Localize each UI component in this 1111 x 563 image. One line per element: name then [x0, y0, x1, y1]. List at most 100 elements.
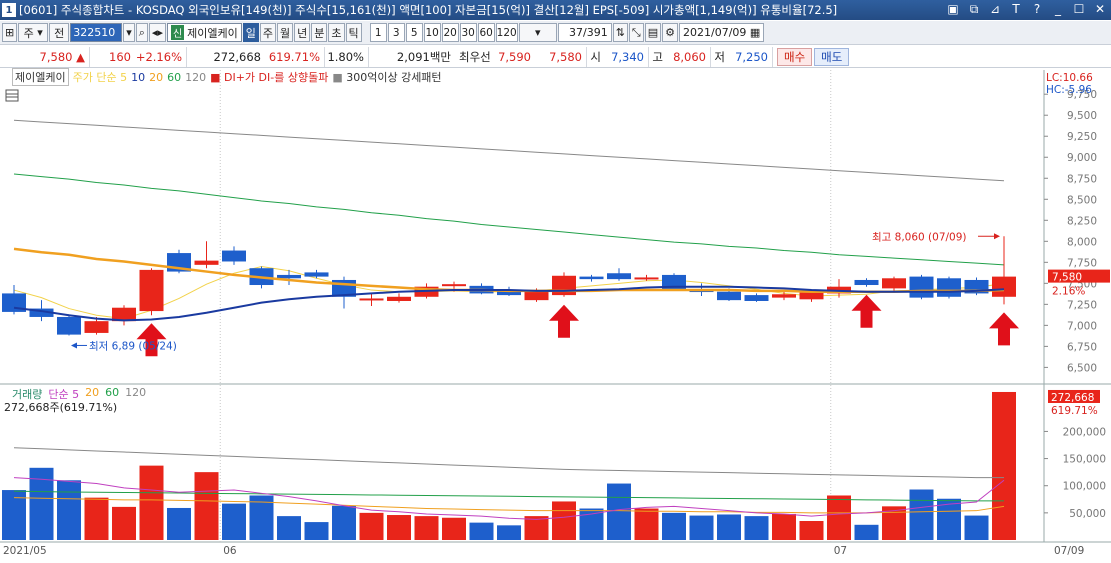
volume-bar-up [359, 512, 384, 540]
volume-bar-up [112, 506, 136, 540]
close-icon[interactable]: ✕ [1093, 2, 1107, 16]
title-bar: 1 [0601] 주식종합차트 - KOSDAQ 외국인보유[149(천)] 주… [0, 0, 1111, 20]
data-counter[interactable]: 37/391 [557, 23, 612, 42]
custom-interval-select[interactable]: ▾ [518, 23, 557, 42]
draw-icon[interactable]: ⤡ [628, 23, 644, 42]
price-tick-label: 7,000 [1067, 320, 1097, 332]
period-day[interactable]: 일 [242, 23, 259, 42]
price-tick-label: 9,500 [1067, 110, 1097, 122]
volume-bar-up [414, 516, 439, 540]
candle-up [84, 321, 109, 333]
search-icon[interactable]: ⌕ [135, 23, 148, 42]
volume-bar-down [744, 516, 769, 540]
market-select[interactable]: 주 ▾ [18, 23, 49, 42]
volume-bar-down [304, 522, 329, 540]
link-icon[interactable]: ⊿ [988, 2, 1002, 16]
candle-down [579, 276, 604, 280]
text-icon[interactable]: T [1009, 2, 1023, 16]
sound-icon[interactable]: ◂▸ [148, 23, 166, 42]
compare-icon[interactable]: ⇅ [612, 23, 628, 42]
x-label-may: 2021/05 [3, 545, 47, 557]
gear-icon[interactable]: ⚙ [662, 23, 679, 42]
code-dropdown-icon[interactable]: ▾ [123, 23, 135, 42]
minimize-icon[interactable]: _ [1051, 2, 1065, 16]
price-tick-label: 8,750 [1067, 173, 1097, 185]
volume-tag: 272,668 [1051, 392, 1094, 404]
candle-down [909, 276, 934, 298]
market-select-label: 주 [23, 26, 34, 40]
interval-10[interactable]: 10 [423, 23, 441, 42]
restore-icon[interactable]: ⧉ [967, 2, 981, 16]
change-percent: +2.16% [135, 46, 187, 67]
window-title: [0601] 주식종합차트 - KOSDAQ 외국인보유[149(천)] 주식수… [19, 3, 838, 17]
interval-3[interactable]: 3 [387, 23, 405, 42]
volume-tick-label: 200,000 [1063, 426, 1106, 438]
interval-5[interactable]: 5 [405, 23, 423, 42]
maximize-icon[interactable]: ☐ [1072, 2, 1086, 16]
candle-up [387, 296, 411, 301]
best-ask: 7,590 [498, 49, 531, 64]
best-bid: 7,580 [535, 46, 587, 67]
high-price: 8,060 [667, 46, 711, 67]
open-price: 7,340 [605, 46, 649, 67]
interval-60[interactable]: 60 [477, 23, 495, 42]
interval-1[interactable]: 1 [369, 23, 387, 42]
date-field[interactable]: 2021/07/09 ▦ [679, 23, 765, 42]
price-legend: 제이엘케이 주가 단순 5 10 20 60 120 ■ DI+가 DI-를 상… [12, 68, 442, 86]
candle-down [607, 273, 631, 280]
volume-bar-up [992, 391, 1016, 540]
volume-bar-down [332, 505, 356, 540]
volume-bar-up [552, 501, 576, 540]
period-minute[interactable]: 분 [311, 23, 328, 42]
price-tick-label: 6,500 [1067, 362, 1097, 374]
volume-bar-down [497, 525, 521, 540]
low-annotation: 최저 6,89 (05/24) [89, 340, 177, 352]
volume-current-value: 272,668주(619.71%) [4, 401, 118, 414]
candle-down [57, 316, 81, 335]
trade-amount: 2,091백만 [396, 49, 451, 64]
volume-bar-up [194, 472, 219, 540]
scope-button[interactable]: 전 [49, 23, 70, 42]
best-ask-label: 최우선 [459, 49, 491, 64]
candle-down [304, 272, 329, 277]
price-tag: 7,580 [1052, 272, 1082, 284]
current-price: 7,580 ▲ [0, 46, 90, 67]
calendar-icon[interactable]: ▦ [750, 26, 760, 39]
price-tick-label: 9,250 [1067, 131, 1097, 143]
legend-signal-1-text: DI+가 DI-를 상향돌파 [223, 71, 329, 84]
stock-code-input[interactable]: 322510 [70, 23, 123, 42]
help-icon[interactable]: ? [1030, 2, 1044, 16]
turnover: 1.80% [325, 46, 369, 67]
buy-button[interactable]: 매수 [777, 47, 813, 66]
interval-20[interactable]: 20 [441, 23, 459, 42]
price-volume-chart[interactable]: 6,5006,7507,0007,2507,5007,7508,0008,250… [0, 68, 1111, 563]
sell-button[interactable]: 매도 [814, 47, 850, 66]
interval-30[interactable]: 30 [459, 23, 477, 42]
legend-signal-2-text: 300억이상 강세패턴 [346, 71, 442, 84]
volume-ratio: 619.71% [265, 46, 325, 67]
link-group-icon[interactable]: ⊞ [2, 23, 18, 42]
legend-ma20: 20 [149, 70, 164, 84]
chart-window: 1 [0601] 주식종합차트 - KOSDAQ 외국인보유[149(천)] 주… [0, 0, 1111, 563]
volume-tick-label: 100,000 [1063, 481, 1106, 493]
period-month[interactable]: 월 [277, 23, 294, 42]
volume-bar-down [579, 508, 604, 540]
period-year[interactable]: 년 [294, 23, 311, 42]
legend-ma120: 120 [185, 70, 207, 84]
period-tick[interactable]: 틱 [345, 23, 362, 42]
volume-bar-up [84, 497, 109, 540]
table-icon [5, 89, 19, 102]
interval-120[interactable]: 120 [495, 23, 518, 42]
volume-pct-tag: 619.71% [1051, 405, 1098, 417]
price-tick-label: 7,250 [1067, 299, 1097, 311]
candle-up [772, 294, 796, 298]
candle-down [717, 291, 741, 301]
volume-bar-down [689, 515, 714, 540]
period-second[interactable]: 초 [328, 23, 345, 42]
volume-bar-down [607, 483, 631, 540]
layout-icon[interactable]: ▣ [946, 2, 960, 16]
save-icon[interactable]: ▤ [644, 23, 662, 42]
stock-name-box: 신 제이엘케이 [166, 23, 242, 42]
period-week[interactable]: 주 [259, 23, 277, 42]
legend-stock-name[interactable]: 제이엘케이 [12, 68, 69, 86]
